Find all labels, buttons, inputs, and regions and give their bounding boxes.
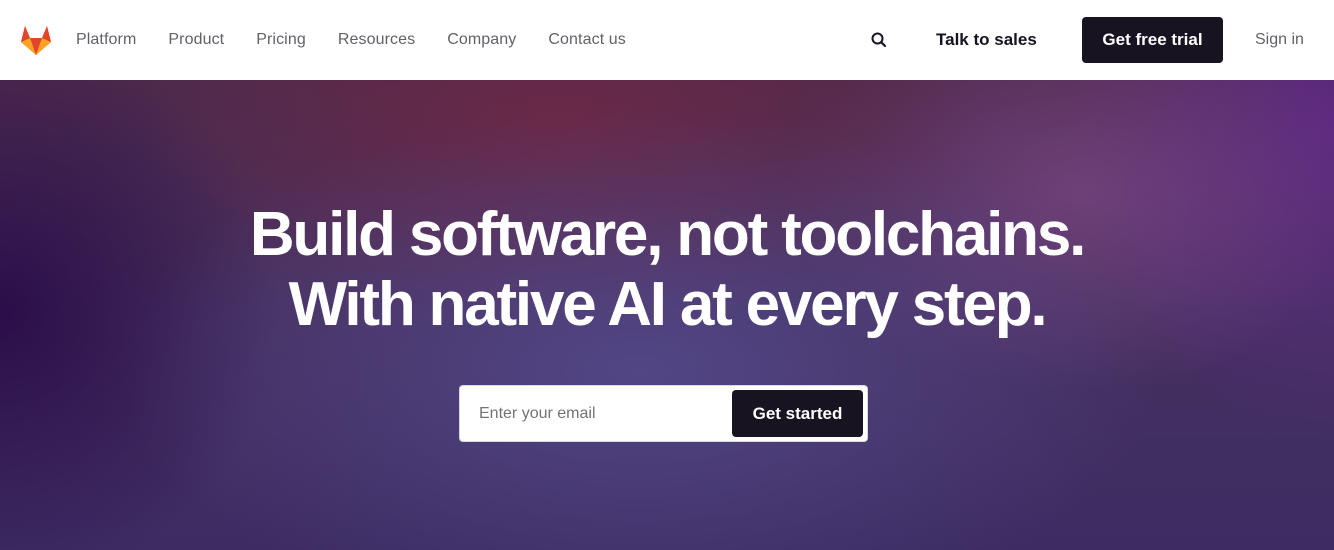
nav-link-contact-us[interactable]: Contact us xyxy=(548,31,625,49)
nav-link-company[interactable]: Company xyxy=(447,31,516,49)
nav-link-platform[interactable]: Platform xyxy=(76,31,136,49)
sign-in-link[interactable]: Sign in xyxy=(1255,0,1304,80)
talk-to-sales-link[interactable]: Talk to sales xyxy=(936,0,1037,80)
gitlab-logo-icon[interactable] xyxy=(19,24,53,56)
search-icon[interactable] xyxy=(869,30,889,50)
nav-link-resources[interactable]: Resources xyxy=(338,31,415,49)
nav-link-product[interactable]: Product xyxy=(168,31,224,49)
email-input[interactable] xyxy=(460,386,732,441)
email-signup-form: Get started xyxy=(459,385,868,442)
hero-title-line-1: Build software, not toolchains. xyxy=(249,200,1086,269)
nav-link-pricing[interactable]: Pricing xyxy=(256,31,306,49)
main-nav: Platform Product Pricing Resources Compa… xyxy=(76,0,658,80)
get-free-trial-button[interactable]: Get free trial xyxy=(1082,17,1223,63)
hero-title: Build software, not toolchains. With nat… xyxy=(0,200,1334,340)
top-navbar: Platform Product Pricing Resources Compa… xyxy=(0,0,1334,80)
get-started-button[interactable]: Get started xyxy=(732,390,863,437)
hero-title-line-2: With native AI at every step. xyxy=(288,270,1048,339)
hero-section: Build software, not toolchains. With nat… xyxy=(0,80,1334,550)
